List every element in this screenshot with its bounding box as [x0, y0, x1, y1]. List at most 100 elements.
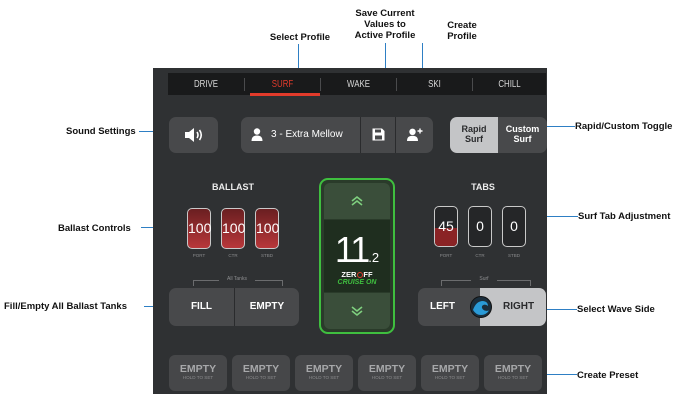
- preset-label: EMPTY: [431, 363, 469, 375]
- speed-control: 11.2 ZER FF CRUISE ON: [319, 178, 395, 334]
- speed-display: 11.2 ZER FF CRUISE ON: [324, 220, 390, 292]
- brand-left: ZER: [341, 270, 357, 279]
- speed-decimal: .2: [368, 250, 380, 265]
- sound-settings-button[interactable]: [169, 117, 218, 153]
- preset-hint: HOLD TO SET: [308, 375, 340, 380]
- tab-label-port: PORT: [439, 253, 453, 258]
- save-profile-button[interactable]: [361, 117, 395, 153]
- rapid-label-1: Rapid: [461, 124, 487, 134]
- preset-label: EMPTY: [368, 363, 406, 375]
- create-profile-button[interactable]: [396, 117, 433, 153]
- tab-divider: [472, 78, 473, 91]
- tab-divider: [320, 78, 321, 91]
- preset-button[interactable]: EMPTY HOLD TO SET: [484, 355, 542, 391]
- ballast-tank-ctr[interactable]: 100: [221, 208, 245, 249]
- preset-hint: HOLD TO SET: [245, 375, 277, 380]
- preset-hint: HOLD TO SET: [434, 375, 466, 380]
- surf-tab-stbd[interactable]: 0: [502, 206, 526, 247]
- all-tanks-label: All Tanks: [219, 276, 255, 282]
- surf-tab-port[interactable]: 45: [434, 206, 458, 247]
- profile-name: 3 - Extra Mellow: [271, 129, 343, 140]
- ballast-label-port: PORT: [192, 253, 206, 258]
- callout-rapid-custom-toggle: Rapid/Custom Toggle: [575, 121, 673, 132]
- fill-all-button[interactable]: FILL: [169, 288, 234, 326]
- active-tab-indicator: [250, 93, 320, 96]
- tab-divider: [244, 78, 245, 91]
- custom-surf-option[interactable]: Custom Surf: [498, 117, 547, 153]
- rapid-surf-option[interactable]: Rapid Surf: [450, 117, 498, 153]
- preset-button[interactable]: EMPTY HOLD TO SET: [358, 355, 416, 391]
- double-chevron-up-icon: [351, 195, 363, 206]
- callout-save-line2: Values to: [364, 19, 406, 30]
- tab-divider: [396, 78, 397, 91]
- surf-screen: DRIVE SURF WAKE SKI CHILL 3 - Extra Mell…: [153, 68, 547, 394]
- preset-hint: HOLD TO SET: [371, 375, 403, 380]
- tab-drive[interactable]: DRIVE: [178, 73, 235, 95]
- mode-tab-bar: DRIVE SURF WAKE SKI CHILL: [168, 73, 546, 96]
- preset-hint: HOLD TO SET: [182, 375, 214, 380]
- callout-save-profile: Save Current Values to Active Profile: [345, 8, 425, 41]
- speed-up-button[interactable]: [324, 183, 390, 219]
- zero-off-logo: ZER FF: [324, 270, 390, 279]
- callout-create-line2: Profile: [447, 31, 477, 42]
- right-label: RIGHT: [503, 301, 535, 312]
- ballast-label-stbd: STBD: [260, 253, 273, 258]
- preset-label: EMPTY: [179, 363, 217, 375]
- ballast-title: BALLAST: [212, 182, 254, 192]
- preset-button[interactable]: EMPTY HOLD TO SET: [295, 355, 353, 391]
- callout-create-preset: Create Preset: [577, 370, 639, 381]
- speed-value: 11.2: [324, 232, 390, 268]
- callout-ballast-controls: Ballast Controls: [58, 223, 131, 234]
- tab-ski[interactable]: SKI: [406, 73, 462, 95]
- ballast-label-ctr: CTR: [228, 253, 238, 258]
- empty-all-button[interactable]: EMPTY: [235, 288, 299, 326]
- preset-label: EMPTY: [242, 363, 280, 375]
- save-icon: [372, 128, 385, 141]
- preset-label: EMPTY: [305, 363, 343, 375]
- tab-port-value: 45: [438, 218, 454, 234]
- callout-surf-tab-adjustment: Surf Tab Adjustment: [578, 211, 671, 222]
- empty-label: EMPTY: [249, 301, 285, 312]
- tab-wake[interactable]: WAKE: [330, 73, 386, 95]
- preset-label: EMPTY: [494, 363, 532, 375]
- callout-select-profile: Select Profile: [269, 32, 331, 43]
- user-icon: [251, 128, 263, 141]
- speed-whole: 11: [334, 229, 370, 270]
- wave-icon: [470, 296, 492, 318]
- callout-save-line3: Active Profile: [354, 30, 416, 41]
- speaker-icon: [185, 128, 203, 142]
- brand-right: FF: [363, 270, 373, 279]
- surf-tab-ctr[interactable]: 0: [468, 206, 492, 247]
- callout-select-wave-side: Select Wave Side: [577, 304, 655, 315]
- callout-sound-settings: Sound Settings: [66, 126, 136, 137]
- surf-label: Surf: [471, 276, 497, 282]
- callout-create-line1: Create: [447, 20, 477, 31]
- callout-create-profile: Create Profile: [432, 20, 492, 42]
- preset-button[interactable]: EMPTY HOLD TO SET: [421, 355, 479, 391]
- ballast-tank-stbd[interactable]: 100: [255, 208, 279, 249]
- brand-o-icon: [356, 271, 363, 278]
- preset-button[interactable]: EMPTY HOLD TO SET: [232, 355, 290, 391]
- tab-label-stbd: STBD: [507, 253, 520, 258]
- tab-chill[interactable]: CHILL: [482, 73, 537, 95]
- left-label: LEFT: [430, 301, 455, 312]
- preset-button[interactable]: EMPTY HOLD TO SET: [169, 355, 227, 391]
- rapid-custom-toggle: Rapid Surf Custom Surf: [450, 117, 547, 153]
- rapid-label-2: Surf: [465, 134, 483, 144]
- tabs-title: TABS: [471, 182, 495, 192]
- preset-hint: HOLD TO SET: [497, 375, 529, 380]
- add-user-icon: [407, 128, 423, 141]
- callout-save-line1: Save Current: [355, 8, 415, 19]
- profile-select-button[interactable]: 3 - Extra Mellow: [241, 117, 360, 153]
- double-chevron-down-icon: [351, 306, 363, 317]
- cruise-status: CRUISE ON: [337, 279, 377, 286]
- fill-label: FILL: [190, 301, 213, 312]
- custom-label-2: Surf: [513, 134, 532, 144]
- tab-surf[interactable]: SURF: [254, 73, 310, 95]
- wave-side-selector: LEFT RIGHT: [418, 288, 546, 326]
- custom-label-1: Custom: [505, 124, 540, 134]
- ballast-tank-port[interactable]: 100: [187, 208, 211, 249]
- callout-fill-empty-all: Fill/Empty All Ballast Tanks: [4, 301, 128, 312]
- speed-down-button[interactable]: [324, 293, 390, 329]
- tab-label-ctr: CTR: [475, 253, 485, 258]
